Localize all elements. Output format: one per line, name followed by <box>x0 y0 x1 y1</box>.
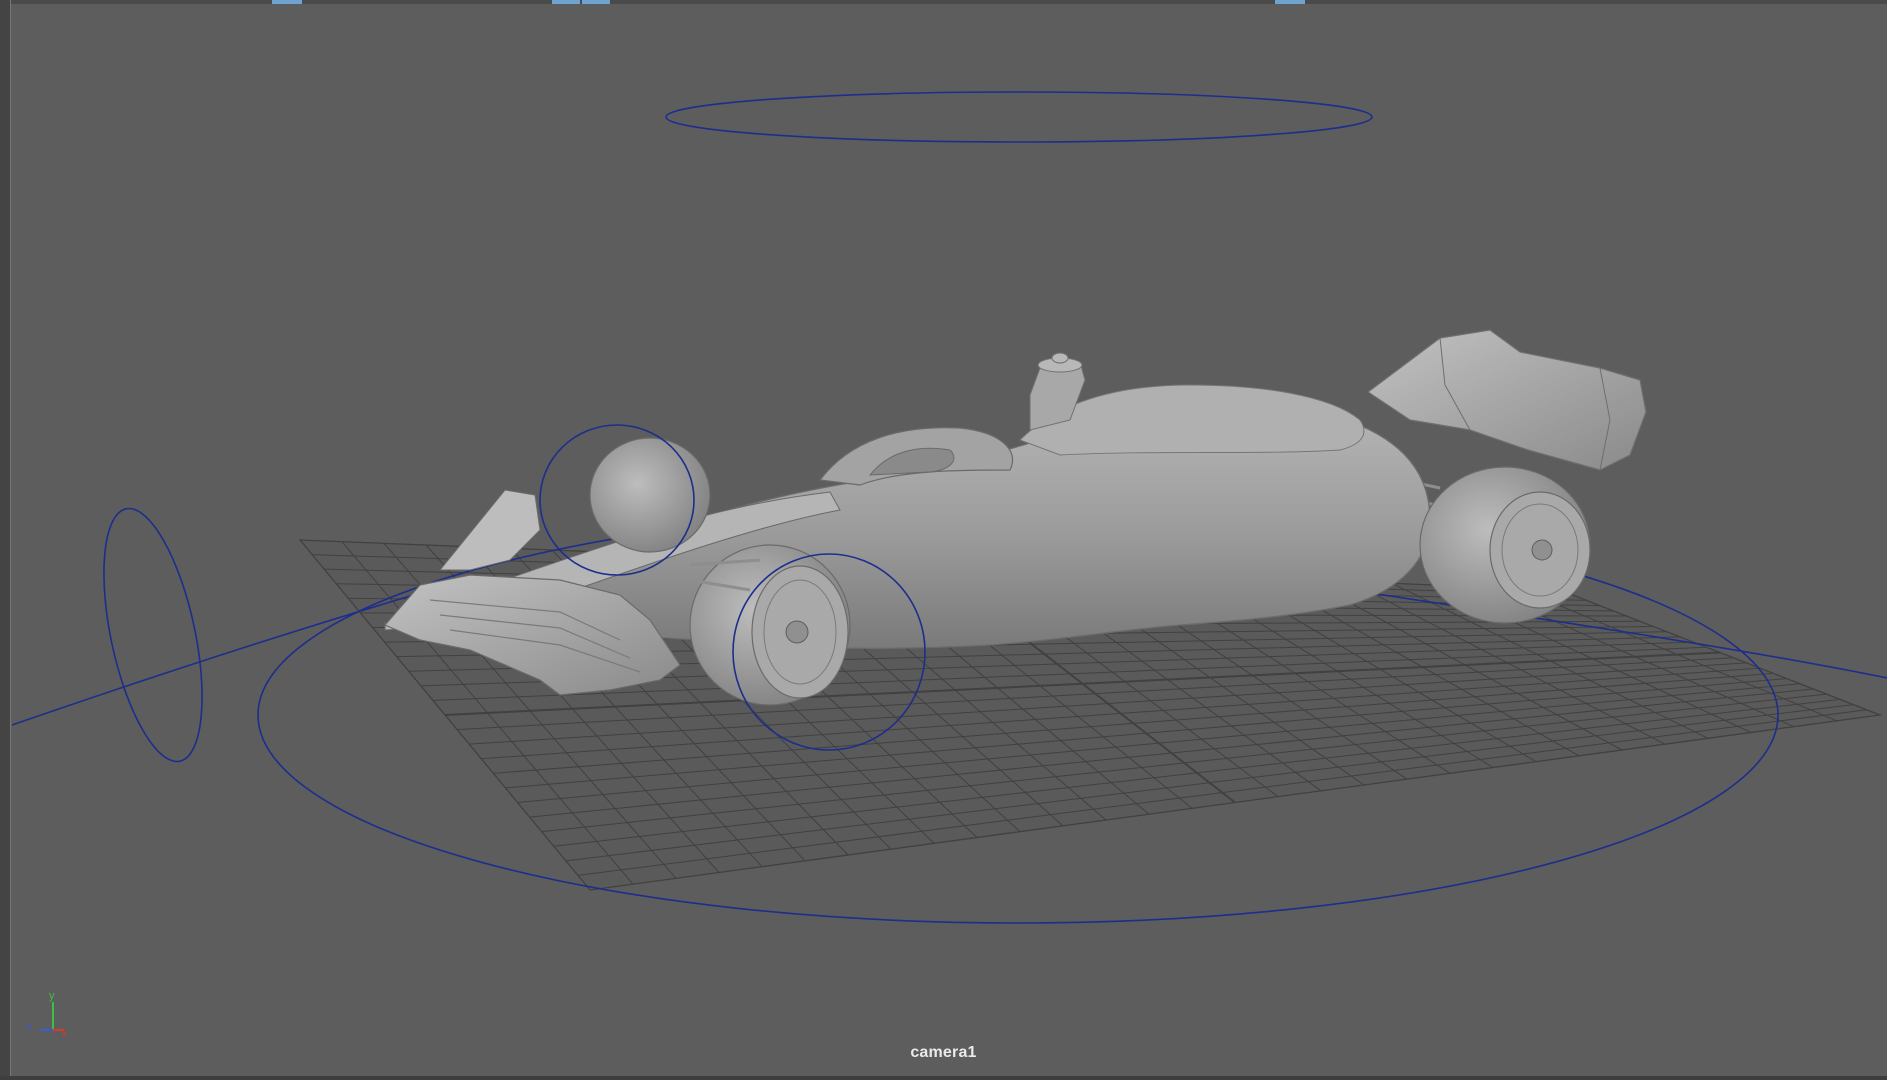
top-halo-ring[interactable] <box>665 91 1373 143</box>
front-right-wheel[interactable] <box>689 544 851 706</box>
axis-x-label: x <box>62 1028 67 1039</box>
side-ring[interactable] <box>85 500 221 770</box>
camera-name-label: camera1 <box>910 1044 977 1061</box>
3d-viewport[interactable]: y z x camera1 <box>0 0 1887 1080</box>
axis-y-label: y <box>49 990 55 1002</box>
front-left-wheel[interactable] <box>589 437 711 553</box>
rear-right-wheel[interactable] <box>1419 466 1591 624</box>
axis-gizmo: y z x <box>20 990 80 1040</box>
viewport-bottom-border <box>0 1076 1887 1080</box>
axis-z-label: z <box>26 1021 32 1033</box>
scene-canvas[interactable] <box>0 0 1887 1080</box>
